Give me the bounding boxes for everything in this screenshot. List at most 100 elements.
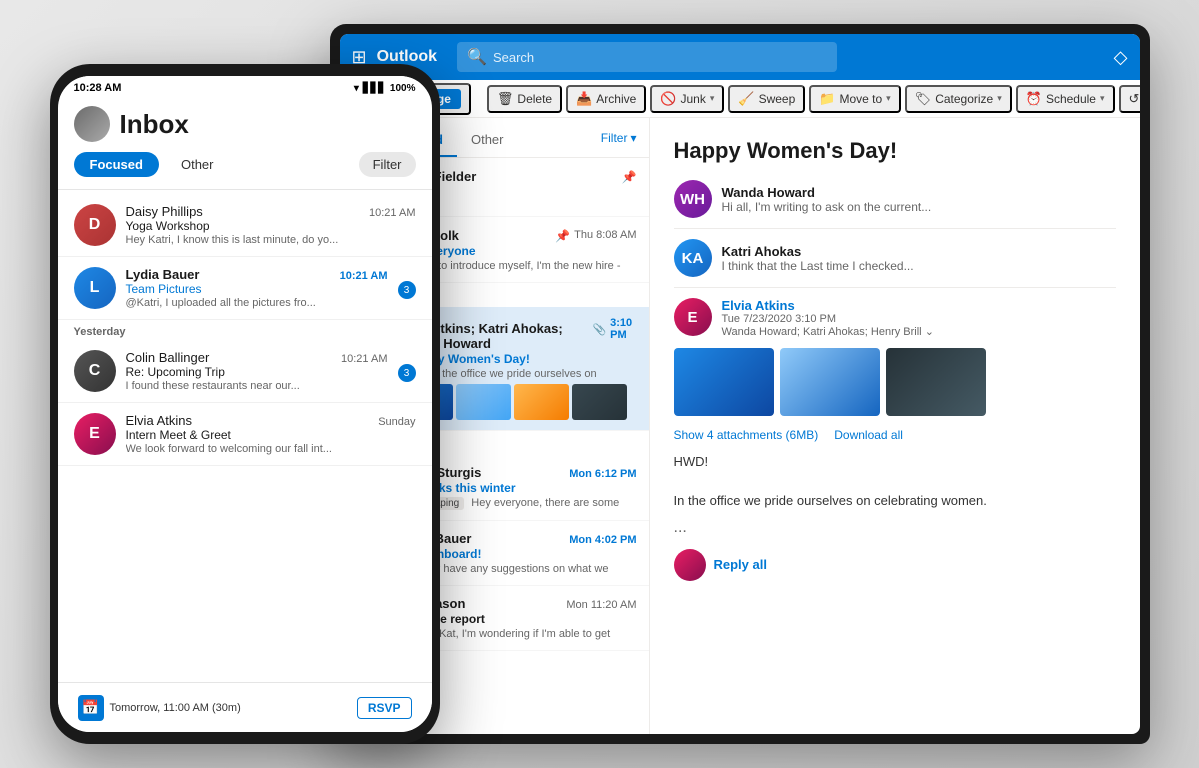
categorize-label: Categorize	[935, 92, 993, 106]
schedule-button[interactable]: ⏰ Schedule ▾	[1016, 85, 1115, 113]
phone-tab-bar: Focused Other Filter	[74, 152, 416, 177]
move-label: Move to	[839, 92, 882, 106]
avatar: D	[74, 204, 116, 246]
pin-icon: 📌	[622, 170, 637, 184]
battery-status: 100%	[390, 83, 416, 94]
message-date: Tue 7/23/2020 3:10 PM	[722, 313, 1116, 325]
phone-inbox-title: Inbox	[120, 109, 189, 140]
mail-subject: Yoga Workshop	[126, 219, 416, 233]
archive-icon: 📥	[576, 91, 592, 107]
reply-all-button[interactable]: Reply all	[714, 557, 767, 572]
avatar: L	[74, 267, 116, 309]
thumbnail	[456, 384, 511, 420]
tablet-device: ⊞ Outlook 🔍 Search ◇ New message 🗑 Delet…	[330, 24, 1150, 744]
chevron-icon: ▾	[886, 93, 891, 104]
chevron-icon: ▾	[710, 93, 715, 104]
delete-label: Delete	[517, 92, 552, 106]
reply-avatar	[674, 549, 706, 581]
phone-device: 10:28 AM ▾ ▋▋▋ 100% Inbox Focused Other …	[50, 64, 440, 744]
phone-tab-focused[interactable]: Focused	[74, 152, 159, 177]
mail-subject: Re: Upcoming Trip	[126, 365, 388, 379]
filter-button[interactable]: Filter ▾	[601, 131, 637, 153]
sender-name: Elvia Atkins	[126, 413, 192, 428]
schedule-label: Schedule	[1046, 92, 1096, 106]
elvia-message-row: E Elvia Atkins Tue 7/23/2020 3:10 PM Wan…	[674, 298, 1116, 338]
body-ellipsis: ...	[674, 519, 1116, 537]
search-icon: 🔍	[467, 47, 487, 67]
message-recipients: Wanda Howard; Katri Ahokas; Henry Brill …	[722, 325, 1116, 338]
avatar: C	[74, 350, 116, 392]
chevron-icon: ▾	[997, 93, 1002, 104]
move-to-button[interactable]: 📁 Move to ▾	[809, 85, 900, 113]
mail-time: Mon 4:02 PM	[569, 534, 636, 546]
reading-pane: Happy Women's Day! WH Wanda Howard Hi al…	[650, 118, 1140, 734]
body-line2: In the office we pride ourselves on cele…	[674, 491, 1116, 511]
calendar-icon: 📅	[78, 695, 104, 721]
delete-button[interactable]: 🗑 Delete	[487, 85, 562, 113]
outlook-main: Focused Other Filter ▾ IF	[340, 118, 1140, 734]
mail-time: Mon 11:20 AM	[566, 599, 636, 611]
sender-avatar: KA	[674, 239, 712, 277]
tab-other[interactable]: Other	[457, 126, 518, 157]
email-attachments	[674, 348, 1116, 416]
attachment-thumbnail[interactable]	[886, 348, 986, 416]
junk-label: Junk	[680, 92, 705, 106]
phone-header: Inbox Focused Other Filter	[58, 98, 432, 189]
phone-mail-item[interactable]: C Colin Ballinger 10:21 AM Re: Upcoming …	[58, 340, 432, 403]
categorize-button[interactable]: 🏷 Categorize ▾	[905, 85, 1012, 113]
chevron-icon: ▾	[1100, 93, 1105, 104]
sender-name: Daisy Phillips	[126, 204, 203, 219]
mail-time: Sunday	[378, 416, 415, 428]
body-line1: HWD!	[674, 452, 1116, 472]
show-attachments-link[interactable]: Show 4 attachments (6MB)	[674, 428, 819, 442]
reminder-text: Tomorrow, 11:00 AM (30m)	[110, 702, 241, 714]
phone-status-bar: 10:28 AM ▾ ▋▋▋ 100%	[58, 76, 432, 98]
phone-mail-item[interactable]: E Elvia Atkins Sunday Intern Meet & Gree…	[58, 403, 432, 466]
phone-user-avatar	[74, 106, 110, 142]
phone-mail-list: D Daisy Phillips 10:21 AM Yoga Workshop …	[58, 194, 432, 682]
download-all-link[interactable]: Download all	[834, 428, 903, 442]
mail-preview: Hey Katri, I know this is last minute, d…	[126, 234, 416, 246]
phone-mail-item[interactable]: L Lydia Bauer 10:21 AM Team Pictures @Ka…	[58, 257, 432, 320]
attachment-actions: Show 4 attachments (6MB) Download all	[674, 428, 1116, 442]
premium-icon[interactable]: ◇	[1114, 47, 1128, 68]
elvia-avatar: E	[674, 298, 712, 336]
mail-preview: I found these restaurants near our...	[126, 380, 388, 392]
mail-time: Thu 8:08 AM	[574, 229, 636, 241]
thumbnail	[572, 384, 627, 420]
phone-tab-other[interactable]: Other	[167, 152, 228, 177]
pin-icon: 📌	[555, 229, 570, 243]
attachment-icon: 📎	[592, 323, 606, 336]
move-icon: 📁	[819, 91, 835, 107]
sweep-button[interactable]: 🧹 Sweep	[728, 85, 805, 113]
search-box[interactable]: 🔍 Search	[457, 42, 837, 72]
signal-icon: ▋▋▋	[363, 83, 386, 94]
email-body: HWD! In the office we pride ourselves on…	[674, 452, 1116, 511]
unread-badge: 3	[398, 281, 416, 299]
phone-tab-filter[interactable]: Filter	[359, 152, 416, 177]
mail-subject: Intern Meet & Greet	[126, 428, 416, 442]
sender-name: Wanda Howard	[722, 185, 1116, 200]
archive-label: Archive	[596, 92, 636, 106]
delete-icon: 🗑	[497, 91, 514, 107]
attachment-thumbnail[interactable]	[674, 348, 774, 416]
mail-time: 10:21 AM	[341, 353, 387, 365]
mail-preview: @Katri, I uploaded all the pictures fro.…	[126, 297, 388, 309]
expand-icon[interactable]: ⌄	[925, 326, 934, 338]
email-subject: Happy Women's Day!	[674, 138, 1116, 164]
undo-button[interactable]: ↺ Undo	[1119, 85, 1140, 113]
attachment-thumbnail[interactable]	[780, 348, 880, 416]
rsvp-button[interactable]: RSVP	[357, 697, 412, 719]
unread-badge: 3	[398, 364, 416, 382]
section-label: Yesterday	[58, 320, 432, 340]
mail-time: 3:10 PM	[610, 317, 636, 341]
sender-name: Colin Ballinger	[126, 350, 210, 365]
outlook-navbar: ⊞ Outlook 🔍 Search ◇	[340, 34, 1140, 80]
phone-mail-item[interactable]: D Daisy Phillips 10:21 AM Yoga Workshop …	[58, 194, 432, 257]
schedule-icon: ⏰	[1026, 91, 1042, 107]
sender-preview: I think that the Last time I checked...	[722, 259, 1116, 273]
phone-bottom-bar: 📅 Tomorrow, 11:00 AM (30m) RSVP	[58, 682, 432, 732]
archive-button[interactable]: 📥 Archive	[566, 85, 646, 113]
junk-button[interactable]: 🚫 Junk ▾	[650, 85, 724, 113]
sender-name: Katri Ahokas	[722, 244, 1116, 259]
